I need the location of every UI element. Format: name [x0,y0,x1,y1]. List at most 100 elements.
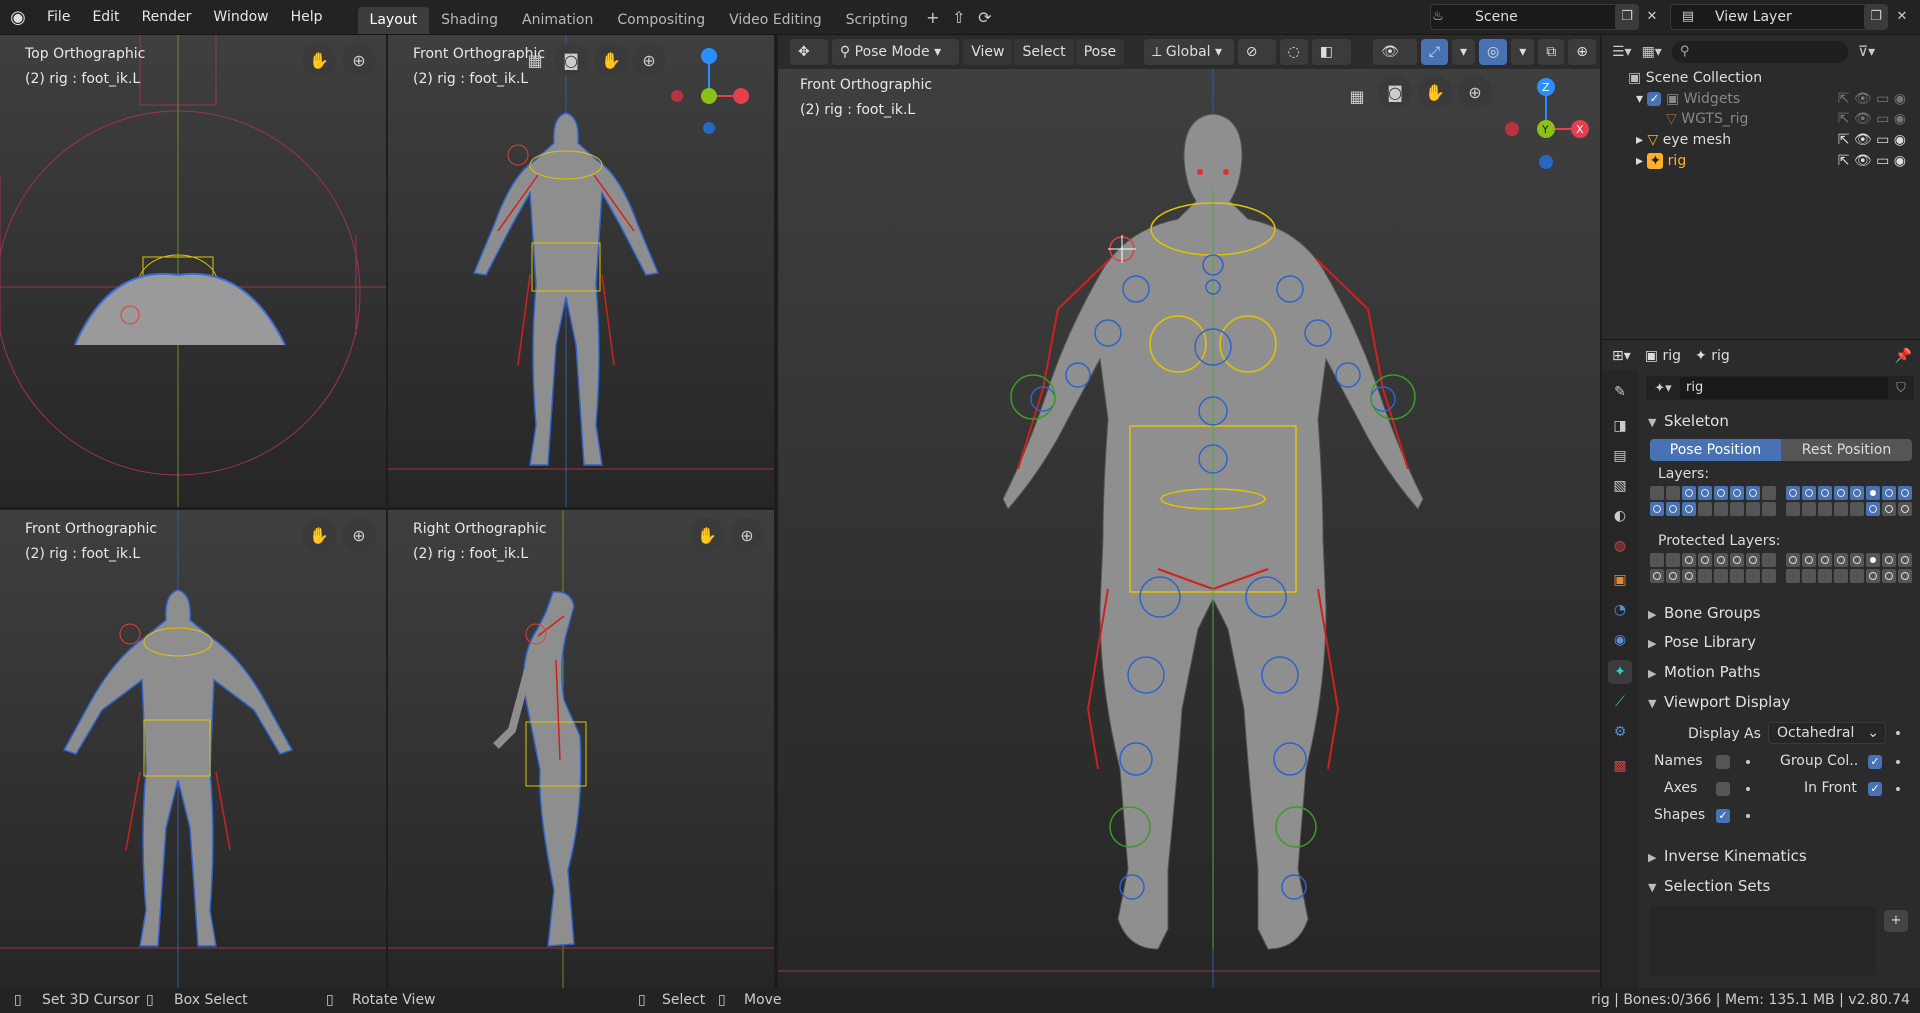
view-layer-selector[interactable]: View Layer [1670,4,1870,30]
fake-user-icon[interactable]: ⛉ [1888,381,1914,396]
panel-motion-paths[interactable]: ▶ Motion Paths [1648,659,1914,685]
mode-selector[interactable]: ⚲ Pose Mode ▾ [831,39,960,65]
bone-constraint-tab-icon[interactable]: ⚙ [1608,720,1632,744]
data-breadcrumb[interactable]: ✦ rig [1695,348,1730,364]
viewport-main[interactable]: Front Orthographic (2) rig : foot_ik.L ▦… [778,69,1600,988]
display-as-dropdown[interactable]: Octahedral ⌄ [1768,722,1886,744]
camera-icon[interactable]: ◙ [1378,75,1412,109]
eye-mesh-visibility-icons[interactable]: ⇱ 👁 ▭ ◉ [1838,129,1906,151]
object-tab-icon[interactable]: ▣ [1608,568,1632,592]
properties-editor-icon[interactable]: ⊞▾ [1612,348,1631,364]
viewport-top[interactable]: Top Orthographic (2) rig : foot_ik.L ✋ ⊕ [0,35,386,507]
view-layer-close-icon[interactable]: ✕ [1890,4,1914,30]
widgets-visibility-icons[interactable]: ⇱ 👁 ▭ ◉ [1838,88,1906,110]
panel-skeleton[interactable]: ▼ Skeleton [1648,408,1914,434]
gizmo-menu-icon[interactable]: ▾ [1451,39,1475,65]
outliner-item-wgts-rig[interactable]: ▽ WGTS_rig ⇱ 👁 ▭ ◉ [1666,108,1916,130]
orientation-selector[interactable]: ⟂ Global ▾ [1144,39,1234,65]
layers-grid-left[interactable] [1650,486,1776,516]
zoom-icon[interactable]: ⊕ [342,518,376,552]
keyframe-dot[interactable] [1746,760,1750,764]
zoom-icon[interactable]: ⊕ [342,43,376,77]
view-layer-tab-icon[interactable]: ▧ [1608,474,1632,498]
group-colors-checkbox[interactable]: ✓ [1868,755,1882,769]
visibility-icon[interactable]: 👁 ▾ [1373,39,1417,86]
tab-layout[interactable]: Layout [357,6,430,34]
menu-help[interactable]: Help [280,0,334,35]
widgets-exclude-checkbox[interactable]: ✓ [1647,92,1662,106]
menu-render[interactable]: Render [131,0,203,35]
axes-checkbox[interactable] [1716,782,1730,796]
viewport-right[interactable]: Right Orthographic (2) rig : foot_ik.L ✋… [388,510,774,988]
texture-tab-icon[interactable]: ▩ [1608,754,1632,778]
names-checkbox[interactable] [1716,755,1730,769]
axis-gizmo-main[interactable]: Z X Y [1494,69,1594,173]
outliner-item-eye-mesh[interactable]: ▸ ▽ eye mesh ⇱ 👁 ▭ ◉ [1636,129,1916,151]
outliner-item-rig[interactable]: ▸ ✦ rig ⇱ 👁 ▭ ◉ [1636,150,1916,172]
filter-icon[interactable]: ⊽▾ [1858,44,1875,60]
outliner-scene-collection[interactable]: ▣ Scene Collection [1628,67,1762,89]
constraints-tab-icon[interactable]: ◉ [1608,628,1632,652]
axis-gizmo-small[interactable] [664,43,754,143]
outliner-editor-icon[interactable]: ☰▾ [1612,44,1632,60]
bone-tab-icon[interactable]: ⟋ [1608,690,1632,714]
tab-scripting[interactable]: Scripting [834,7,920,34]
viewport-front-bottom[interactable]: Front Orthographic (2) rig : foot_ik.L ✋… [0,510,386,988]
pin-icon[interactable]: 📌 [1895,348,1912,364]
display-mode-icon[interactable]: ▦▾ [1642,44,1662,60]
grid-icon[interactable]: ▦ [518,43,552,77]
pan-hand-icon[interactable]: ✋ [1418,75,1452,109]
rest-position-button[interactable]: Rest Position [1781,439,1912,461]
world-tab-icon[interactable]: ◍ [1608,534,1632,558]
zoom-icon[interactable]: ⊕ [632,43,666,77]
upload-icon[interactable]: ⇧ [946,4,972,30]
shading-wire-icon[interactable]: ⊕ [1568,39,1596,65]
menu-edit[interactable]: Edit [81,0,130,35]
scene-selector[interactable]: Scene [1430,4,1622,30]
menu-file[interactable]: File [36,0,81,35]
modifier-tab-icon[interactable]: ◔ [1608,598,1632,622]
outliner-search-input[interactable]: ⚲ [1671,41,1848,63]
proportional-icon[interactable]: ◧ ▾ [1311,39,1352,86]
shapes-checkbox[interactable]: ✓ [1716,809,1730,823]
panel-bone-groups[interactable]: ▶ Bone Groups [1648,600,1914,626]
viewport-front-small[interactable]: Front Orthographic (2) rig : foot_ik.L ▦… [388,35,774,507]
overlay-toggle-icon[interactable]: ◎ [1479,39,1508,65]
pan-hand-icon[interactable]: ✋ [594,43,628,77]
keyframe-dot[interactable] [1896,787,1900,791]
refresh-icon[interactable]: ⟳ [972,4,998,30]
panel-viewport-display[interactable]: ▼ Viewport Display [1648,689,1914,715]
keyframe-dot[interactable] [1896,760,1900,764]
add-workspace-icon[interactable]: + [920,4,946,30]
render-tab-icon[interactable]: ◨ [1608,414,1632,438]
tool-tab-icon[interactable]: ✎ [1608,380,1632,404]
scene-tab-icon[interactable]: ◐ [1608,504,1632,528]
tab-animation[interactable]: Animation [510,7,605,34]
camera-icon[interactable]: ◙ [554,43,588,77]
tab-video-editing[interactable]: Video Editing [717,7,833,34]
pan-hand-icon[interactable]: ✋ [302,518,336,552]
overlay-menu-icon[interactable]: ▾ [1511,39,1535,65]
keyframe-dot[interactable] [1746,814,1750,818]
outliner-item-widgets[interactable]: ▾ ✓ ▣ Widgets ⇱ 👁 ▭ ◉ [1636,88,1916,110]
editor-type-icon[interactable]: ✥ ▾ [790,39,828,86]
keyframe-dot[interactable] [1746,787,1750,791]
data-name-input[interactable]: rig [1680,377,1888,399]
output-tab-icon[interactable]: ▤ [1608,444,1632,468]
wgts-visibility-icons[interactable]: ⇱ 👁 ▭ ◉ [1838,108,1906,130]
panel-pose-library[interactable]: ▶ Pose Library [1648,629,1914,655]
scene-new-icon[interactable]: ❐ [1615,4,1639,30]
add-selection-set-icon[interactable]: + [1884,910,1908,932]
tab-compositing[interactable]: Compositing [605,7,717,34]
pivot-icon[interactable]: ⊘ ▾ [1237,39,1276,86]
pose-position-button[interactable]: Pose Position [1650,439,1781,461]
layers-grid-right[interactable] [1786,486,1912,516]
panel-selection-sets[interactable]: ▼ Selection Sets [1648,873,1914,899]
pan-hand-icon[interactable]: ✋ [690,518,724,552]
view-layer-new-icon[interactable]: ❐ [1864,4,1888,30]
in-front-checkbox[interactable]: ✓ [1868,782,1882,796]
menu-select[interactable]: Select [1014,39,1074,65]
grid-icon[interactable]: ▦ [1340,79,1374,113]
gizmo-toggle-icon[interactable]: ⤢ [1420,39,1448,65]
snap-icon[interactable]: ◌ [1279,39,1308,65]
